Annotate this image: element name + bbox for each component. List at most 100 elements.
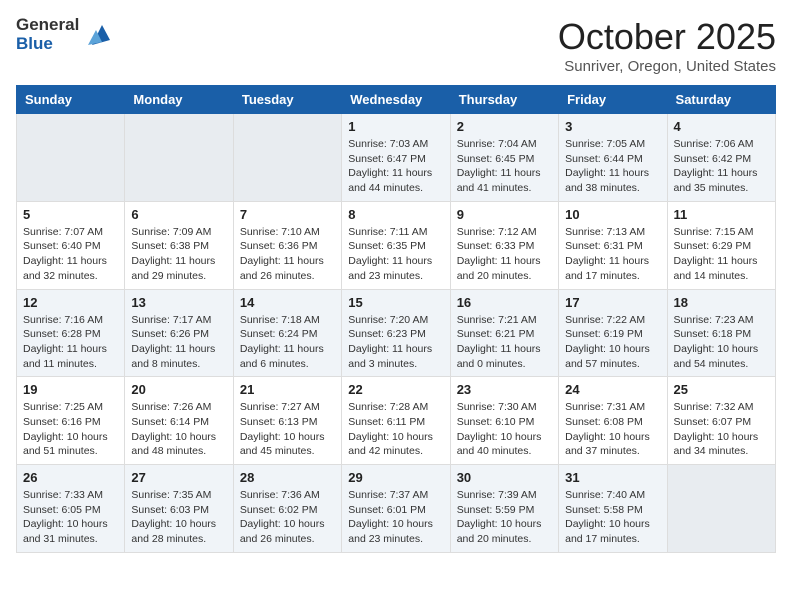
day-number: 16 bbox=[457, 295, 552, 310]
calendar-day-cell: 21 Sunrise: 7:27 AMSunset: 6:13 PMDayligh… bbox=[233, 377, 341, 465]
day-info: Sunrise: 7:16 AMSunset: 6:28 PMDaylight:… bbox=[23, 313, 118, 372]
day-info: Sunrise: 7:18 AMSunset: 6:24 PMDaylight:… bbox=[240, 313, 335, 372]
day-number: 4 bbox=[674, 119, 769, 134]
calendar-day-cell bbox=[667, 465, 775, 553]
day-number: 24 bbox=[565, 382, 660, 397]
day-info: Sunrise: 7:25 AMSunset: 6:16 PMDaylight:… bbox=[23, 400, 118, 459]
calendar-day-cell: 25 Sunrise: 7:32 AMSunset: 6:07 PMDayligh… bbox=[667, 377, 775, 465]
calendar-day-cell: 26 Sunrise: 7:33 AMSunset: 6:05 PMDayligh… bbox=[17, 465, 125, 553]
calendar-day-cell: 1 Sunrise: 7:03 AMSunset: 6:47 PMDaylight… bbox=[342, 114, 450, 202]
day-number: 31 bbox=[565, 470, 660, 485]
day-info: Sunrise: 7:10 AMSunset: 6:36 PMDaylight:… bbox=[240, 225, 335, 284]
day-number: 10 bbox=[565, 207, 660, 222]
calendar-body: 1 Sunrise: 7:03 AMSunset: 6:47 PMDaylight… bbox=[17, 114, 776, 553]
day-info: Sunrise: 7:32 AMSunset: 6:07 PMDaylight:… bbox=[674, 400, 769, 459]
location: Sunriver, Oregon, United States bbox=[558, 58, 776, 75]
calendar-day-cell bbox=[17, 114, 125, 202]
calendar-day-cell: 6Sunrise: 7:09 AMSunset: 6:38 PMDaylight… bbox=[125, 201, 233, 289]
logo-text: General Blue bbox=[16, 16, 112, 53]
month-title: October 2025 bbox=[558, 16, 776, 58]
day-number: 23 bbox=[457, 382, 552, 397]
day-number: 14 bbox=[240, 295, 335, 310]
day-info: Sunrise: 7:03 AMSunset: 6:47 PMDaylight:… bbox=[348, 137, 443, 196]
calendar-week-row: 19 Sunrise: 7:25 AMSunset: 6:16 PMDayligh… bbox=[17, 377, 776, 465]
day-number: 8 bbox=[348, 207, 443, 222]
calendar-day-cell: 7 Sunrise: 7:10 AMSunset: 6:36 PMDaylight… bbox=[233, 201, 341, 289]
day-number: 7 bbox=[240, 207, 335, 222]
day-info: Sunrise: 7:13 AMSunset: 6:31 PMDaylight:… bbox=[565, 225, 660, 284]
day-info: Sunrise: 7:39 AMSunset: 5:59 PMDaylight:… bbox=[457, 488, 552, 547]
calendar-day-cell: 2Sunrise: 7:04 AMSunset: 6:45 PMDaylight… bbox=[450, 114, 558, 202]
weekday-header-monday: Monday bbox=[125, 86, 233, 114]
day-info: Sunrise: 7:26 AMSunset: 6:14 PMDaylight:… bbox=[131, 400, 226, 459]
weekday-header-saturday: Saturday bbox=[667, 86, 775, 114]
day-info: Sunrise: 7:22 AMSunset: 6:19 PMDaylight:… bbox=[565, 313, 660, 372]
day-number: 28 bbox=[240, 470, 335, 485]
calendar-day-cell: 18 Sunrise: 7:23 AMSunset: 6:18 PMDayligh… bbox=[667, 289, 775, 377]
weekday-header-row: SundayMondayTuesdayWednesdayThursdayFrid… bbox=[17, 86, 776, 114]
day-number: 18 bbox=[674, 295, 769, 310]
day-info: Sunrise: 7:06 AMSunset: 6:42 PMDaylight:… bbox=[674, 137, 769, 196]
calendar-day-cell: 8 Sunrise: 7:11 AMSunset: 6:35 PMDaylight… bbox=[342, 201, 450, 289]
day-number: 22 bbox=[348, 382, 443, 397]
logo-blue: Blue bbox=[16, 35, 79, 54]
calendar-day-cell: 17 Sunrise: 7:22 AMSunset: 6:19 PMDayligh… bbox=[559, 289, 667, 377]
day-info: Sunrise: 7:27 AMSunset: 6:13 PMDaylight:… bbox=[240, 400, 335, 459]
day-info: Sunrise: 7:11 AMSunset: 6:35 PMDaylight:… bbox=[348, 225, 443, 284]
day-info: Sunrise: 7:33 AMSunset: 6:05 PMDaylight:… bbox=[23, 488, 118, 547]
day-info: Sunrise: 7:21 AMSunset: 6:21 PMDaylight:… bbox=[457, 313, 552, 372]
calendar-day-cell: 19 Sunrise: 7:25 AMSunset: 6:16 PMDayligh… bbox=[17, 377, 125, 465]
calendar-day-cell: 4 Sunrise: 7:06 AMSunset: 6:42 PMDaylight… bbox=[667, 114, 775, 202]
day-number: 20 bbox=[131, 382, 226, 397]
calendar-table: SundayMondayTuesdayWednesdayThursdayFrid… bbox=[16, 85, 776, 553]
day-number: 26 bbox=[23, 470, 118, 485]
day-info: Sunrise: 7:20 AMSunset: 6:23 PMDaylight:… bbox=[348, 313, 443, 372]
day-number: 5 bbox=[23, 207, 118, 222]
weekday-header-wednesday: Wednesday bbox=[342, 86, 450, 114]
calendar-day-cell: 28 Sunrise: 7:36 AMSunset: 6:02 PMDayligh… bbox=[233, 465, 341, 553]
day-info: Sunrise: 7:31 AMSunset: 6:08 PMDaylight:… bbox=[565, 400, 660, 459]
calendar-day-cell: 30Sunrise: 7:39 AMSunset: 5:59 PMDayligh… bbox=[450, 465, 558, 553]
day-number: 15 bbox=[348, 295, 443, 310]
weekday-header-thursday: Thursday bbox=[450, 86, 558, 114]
day-number: 1 bbox=[348, 119, 443, 134]
day-number: 9 bbox=[457, 207, 552, 222]
calendar-week-row: 26 Sunrise: 7:33 AMSunset: 6:05 PMDayligh… bbox=[17, 465, 776, 553]
page-header: General Blue October 2025 Sunriver, Oreg… bbox=[16, 16, 776, 75]
day-info: Sunrise: 7:07 AMSunset: 6:40 PMDaylight:… bbox=[23, 225, 118, 284]
calendar-week-row: 12Sunrise: 7:16 AMSunset: 6:28 PMDayligh… bbox=[17, 289, 776, 377]
calendar-day-cell: 16 Sunrise: 7:21 AMSunset: 6:21 PMDayligh… bbox=[450, 289, 558, 377]
calendar-day-cell bbox=[233, 114, 341, 202]
calendar-day-cell: 22 Sunrise: 7:28 AMSunset: 6:11 PMDayligh… bbox=[342, 377, 450, 465]
day-number: 29 bbox=[348, 470, 443, 485]
logo-general: General bbox=[16, 16, 79, 35]
logo-icon bbox=[82, 20, 112, 50]
calendar-day-cell: 14 Sunrise: 7:18 AMSunset: 6:24 PMDayligh… bbox=[233, 289, 341, 377]
calendar-day-cell: 27Sunrise: 7:35 AMSunset: 6:03 PMDayligh… bbox=[125, 465, 233, 553]
weekday-header-tuesday: Tuesday bbox=[233, 86, 341, 114]
calendar-day-cell: 29Sunrise: 7:37 AMSunset: 6:01 PMDayligh… bbox=[342, 465, 450, 553]
day-info: Sunrise: 7:05 AMSunset: 6:44 PMDaylight:… bbox=[565, 137, 660, 196]
calendar-day-cell: 15 Sunrise: 7:20 AMSunset: 6:23 PMDayligh… bbox=[342, 289, 450, 377]
calendar-day-cell: 11 Sunrise: 7:15 AMSunset: 6:29 PMDayligh… bbox=[667, 201, 775, 289]
day-number: 25 bbox=[674, 382, 769, 397]
weekday-header-sunday: Sunday bbox=[17, 86, 125, 114]
calendar-day-cell: 24 Sunrise: 7:31 AMSunset: 6:08 PMDayligh… bbox=[559, 377, 667, 465]
calendar-day-cell: 23Sunrise: 7:30 AMSunset: 6:10 PMDayligh… bbox=[450, 377, 558, 465]
day-number: 11 bbox=[674, 207, 769, 222]
day-info: Sunrise: 7:15 AMSunset: 6:29 PMDaylight:… bbox=[674, 225, 769, 284]
day-info: Sunrise: 7:23 AMSunset: 6:18 PMDaylight:… bbox=[674, 313, 769, 372]
day-number: 21 bbox=[240, 382, 335, 397]
day-number: 2 bbox=[457, 119, 552, 134]
calendar-day-cell: 9Sunrise: 7:12 AMSunset: 6:33 PMDaylight… bbox=[450, 201, 558, 289]
calendar-day-cell: 5 Sunrise: 7:07 AMSunset: 6:40 PMDaylight… bbox=[17, 201, 125, 289]
calendar-header: SundayMondayTuesdayWednesdayThursdayFrid… bbox=[17, 86, 776, 114]
day-info: Sunrise: 7:35 AMSunset: 6:03 PMDaylight:… bbox=[131, 488, 226, 547]
day-number: 19 bbox=[23, 382, 118, 397]
day-number: 17 bbox=[565, 295, 660, 310]
weekday-header-friday: Friday bbox=[559, 86, 667, 114]
day-number: 6 bbox=[131, 207, 226, 222]
day-info: Sunrise: 7:28 AMSunset: 6:11 PMDaylight:… bbox=[348, 400, 443, 459]
day-info: Sunrise: 7:36 AMSunset: 6:02 PMDaylight:… bbox=[240, 488, 335, 547]
calendar-day-cell: 31Sunrise: 7:40 AMSunset: 5:58 PMDayligh… bbox=[559, 465, 667, 553]
